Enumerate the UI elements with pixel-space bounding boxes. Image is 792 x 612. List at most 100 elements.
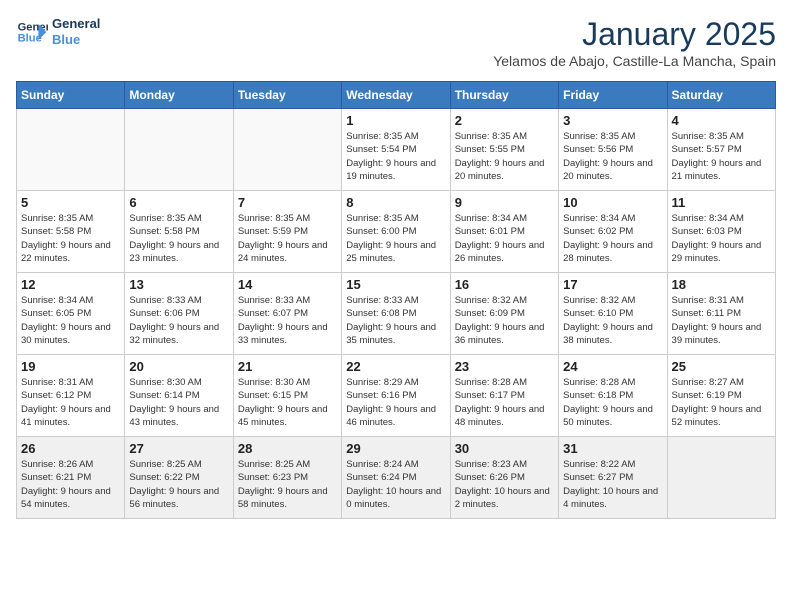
logo-icon: General Blue xyxy=(16,16,48,48)
day-number: 9 xyxy=(455,195,554,210)
calendar-table: SundayMondayTuesdayWednesdayThursdayFrid… xyxy=(16,81,776,519)
calendar-day-cell: 25 Sunrise: 8:27 AM Sunset: 6:19 PM Dayli… xyxy=(667,355,775,437)
day-number: 24 xyxy=(563,359,662,374)
calendar-header-sunday: Sunday xyxy=(17,82,125,109)
calendar-day-cell xyxy=(17,109,125,191)
day-number: 19 xyxy=(21,359,120,374)
calendar-day-cell: 16Sunrise: 8:32 AM Sunset: 6:09 PM Dayli… xyxy=(450,273,558,355)
day-number: 8 xyxy=(346,195,445,210)
calendar-week-row: 5 Sunrise: 8:35 AM Sunset: 5:58 PM Daylig… xyxy=(17,191,776,273)
calendar-header-wednesday: Wednesday xyxy=(342,82,450,109)
day-number: 3 xyxy=(563,113,662,128)
day-number: 17 xyxy=(563,277,662,292)
day-info: Sunrise: 8:34 AM Sunset: 6:05 PM Dayligh… xyxy=(21,294,120,347)
day-info: Sunrise: 8:26 AM Sunset: 6:21 PM Dayligh… xyxy=(21,458,120,511)
location-title: Yelamos de Abajo, Castille-La Mancha, Sp… xyxy=(493,53,776,69)
calendar-day-cell: 11Sunrise: 8:34 AM Sunset: 6:03 PM Dayli… xyxy=(667,191,775,273)
day-number: 22 xyxy=(346,359,445,374)
calendar-week-row: 26 Sunrise: 8:26 AM Sunset: 6:21 PM Dayli… xyxy=(17,437,776,519)
calendar-header-friday: Friday xyxy=(559,82,667,109)
calendar-day-cell: 30Sunrise: 8:23 AM Sunset: 6:26 PM Dayli… xyxy=(450,437,558,519)
calendar-header-saturday: Saturday xyxy=(667,82,775,109)
calendar-day-cell: 28 Sunrise: 8:25 AM Sunset: 6:23 PM Dayli… xyxy=(233,437,341,519)
day-info: Sunrise: 8:31 AM Sunset: 6:11 PM Dayligh… xyxy=(672,294,771,347)
day-number: 15 xyxy=(346,277,445,292)
day-info: Sunrise: 8:35 AM Sunset: 5:54 PM Dayligh… xyxy=(346,130,445,183)
calendar-day-cell: 13Sunrise: 8:33 AM Sunset: 6:06 PM Dayli… xyxy=(125,273,233,355)
day-number: 12 xyxy=(21,277,120,292)
day-info: Sunrise: 8:33 AM Sunset: 6:07 PM Dayligh… xyxy=(238,294,337,347)
calendar-day-cell: 2 Sunrise: 8:35 AM Sunset: 5:55 PM Daylig… xyxy=(450,109,558,191)
day-info: Sunrise: 8:35 AM Sunset: 5:58 PM Dayligh… xyxy=(21,212,120,265)
calendar-day-cell: 1 Sunrise: 8:35 AM Sunset: 5:54 PM Daylig… xyxy=(342,109,450,191)
day-info: Sunrise: 8:33 AM Sunset: 6:08 PM Dayligh… xyxy=(346,294,445,347)
day-number: 28 xyxy=(238,441,337,456)
calendar-day-cell: 20 Sunrise: 8:30 AM Sunset: 6:14 PM Dayli… xyxy=(125,355,233,437)
svg-text:Blue: Blue xyxy=(18,33,42,45)
calendar-day-cell: 18 Sunrise: 8:31 AM Sunset: 6:11 PM Dayli… xyxy=(667,273,775,355)
logo-text-blue: Blue xyxy=(52,32,100,48)
calendar-day-cell: 19Sunrise: 8:31 AM Sunset: 6:12 PM Dayli… xyxy=(17,355,125,437)
calendar-day-cell: 4Sunrise: 8:35 AM Sunset: 5:57 PM Daylig… xyxy=(667,109,775,191)
day-info: Sunrise: 8:25 AM Sunset: 6:22 PM Dayligh… xyxy=(129,458,228,511)
day-number: 23 xyxy=(455,359,554,374)
day-number: 21 xyxy=(238,359,337,374)
day-number: 29 xyxy=(346,441,445,456)
day-number: 20 xyxy=(129,359,228,374)
calendar-day-cell: 22 Sunrise: 8:29 AM Sunset: 6:16 PM Dayli… xyxy=(342,355,450,437)
calendar-day-cell: 31 Sunrise: 8:22 AM Sunset: 6:27 PM Dayli… xyxy=(559,437,667,519)
day-number: 10 xyxy=(563,195,662,210)
calendar-day-cell: 3Sunrise: 8:35 AM Sunset: 5:56 PM Daylig… xyxy=(559,109,667,191)
day-info: Sunrise: 8:28 AM Sunset: 6:17 PM Dayligh… xyxy=(455,376,554,429)
calendar-day-cell xyxy=(667,437,775,519)
day-number: 6 xyxy=(129,195,228,210)
calendar-day-cell: 21 Sunrise: 8:30 AM Sunset: 6:15 PM Dayli… xyxy=(233,355,341,437)
day-number: 13 xyxy=(129,277,228,292)
day-number: 11 xyxy=(672,195,771,210)
day-info: Sunrise: 8:22 AM Sunset: 6:27 PM Dayligh… xyxy=(563,458,662,511)
title-area: January 2025 Yelamos de Abajo, Castille-… xyxy=(493,16,776,69)
calendar-day-cell: 8 Sunrise: 8:35 AM Sunset: 6:00 PM Daylig… xyxy=(342,191,450,273)
day-number: 27 xyxy=(129,441,228,456)
day-number: 30 xyxy=(455,441,554,456)
day-info: Sunrise: 8:32 AM Sunset: 6:09 PM Dayligh… xyxy=(455,294,554,347)
day-number: 2 xyxy=(455,113,554,128)
calendar-day-cell: 17 Sunrise: 8:32 AM Sunset: 6:10 PM Dayli… xyxy=(559,273,667,355)
day-info: Sunrise: 8:30 AM Sunset: 6:14 PM Dayligh… xyxy=(129,376,228,429)
day-number: 5 xyxy=(21,195,120,210)
day-number: 18 xyxy=(672,277,771,292)
calendar-day-cell: 23 Sunrise: 8:28 AM Sunset: 6:17 PM Dayli… xyxy=(450,355,558,437)
day-info: Sunrise: 8:27 AM Sunset: 6:19 PM Dayligh… xyxy=(672,376,771,429)
day-info: Sunrise: 8:35 AM Sunset: 5:58 PM Dayligh… xyxy=(129,212,228,265)
calendar-day-cell: 24Sunrise: 8:28 AM Sunset: 6:18 PM Dayli… xyxy=(559,355,667,437)
calendar-body: 1 Sunrise: 8:35 AM Sunset: 5:54 PM Daylig… xyxy=(17,109,776,519)
day-info: Sunrise: 8:30 AM Sunset: 6:15 PM Dayligh… xyxy=(238,376,337,429)
calendar-header-row: SundayMondayTuesdayWednesdayThursdayFrid… xyxy=(17,82,776,109)
day-info: Sunrise: 8:35 AM Sunset: 6:00 PM Dayligh… xyxy=(346,212,445,265)
calendar-day-cell: 29 Sunrise: 8:24 AM Sunset: 6:24 PM Dayli… xyxy=(342,437,450,519)
day-info: Sunrise: 8:25 AM Sunset: 6:23 PM Dayligh… xyxy=(238,458,337,511)
calendar-day-cell: 27 Sunrise: 8:25 AM Sunset: 6:22 PM Dayli… xyxy=(125,437,233,519)
day-info: Sunrise: 8:34 AM Sunset: 6:01 PM Dayligh… xyxy=(455,212,554,265)
calendar-day-cell: 10Sunrise: 8:34 AM Sunset: 6:02 PM Dayli… xyxy=(559,191,667,273)
day-number: 25 xyxy=(672,359,771,374)
day-number: 14 xyxy=(238,277,337,292)
calendar-week-row: 12 Sunrise: 8:34 AM Sunset: 6:05 PM Dayli… xyxy=(17,273,776,355)
day-info: Sunrise: 8:35 AM Sunset: 5:55 PM Dayligh… xyxy=(455,130,554,183)
day-info: Sunrise: 8:35 AM Sunset: 5:59 PM Dayligh… xyxy=(238,212,337,265)
calendar-day-cell: 14 Sunrise: 8:33 AM Sunset: 6:07 PM Dayli… xyxy=(233,273,341,355)
day-number: 26 xyxy=(21,441,120,456)
day-info: Sunrise: 8:24 AM Sunset: 6:24 PM Dayligh… xyxy=(346,458,445,511)
calendar-week-row: 1 Sunrise: 8:35 AM Sunset: 5:54 PM Daylig… xyxy=(17,109,776,191)
day-info: Sunrise: 8:35 AM Sunset: 5:57 PM Dayligh… xyxy=(672,130,771,183)
calendar-day-cell: 9 Sunrise: 8:34 AM Sunset: 6:01 PM Daylig… xyxy=(450,191,558,273)
calendar-week-row: 19Sunrise: 8:31 AM Sunset: 6:12 PM Dayli… xyxy=(17,355,776,437)
day-info: Sunrise: 8:29 AM Sunset: 6:16 PM Dayligh… xyxy=(346,376,445,429)
day-number: 31 xyxy=(563,441,662,456)
calendar-day-cell xyxy=(233,109,341,191)
calendar-day-cell xyxy=(125,109,233,191)
calendar-header-monday: Monday xyxy=(125,82,233,109)
day-info: Sunrise: 8:32 AM Sunset: 6:10 PM Dayligh… xyxy=(563,294,662,347)
day-number: 1 xyxy=(346,113,445,128)
logo: General Blue General Blue xyxy=(16,16,100,48)
